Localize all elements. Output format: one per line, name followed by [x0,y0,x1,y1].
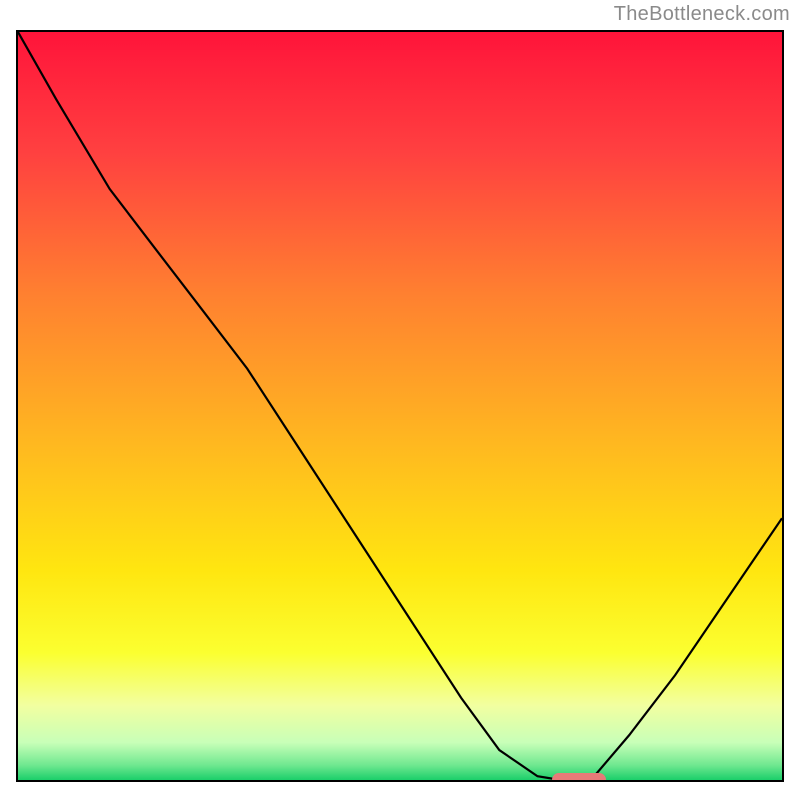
bottleneck-curve [18,32,782,780]
plot-area [16,30,784,782]
optimal-marker [552,773,606,782]
attribution-text: TheBottleneck.com [614,3,790,26]
